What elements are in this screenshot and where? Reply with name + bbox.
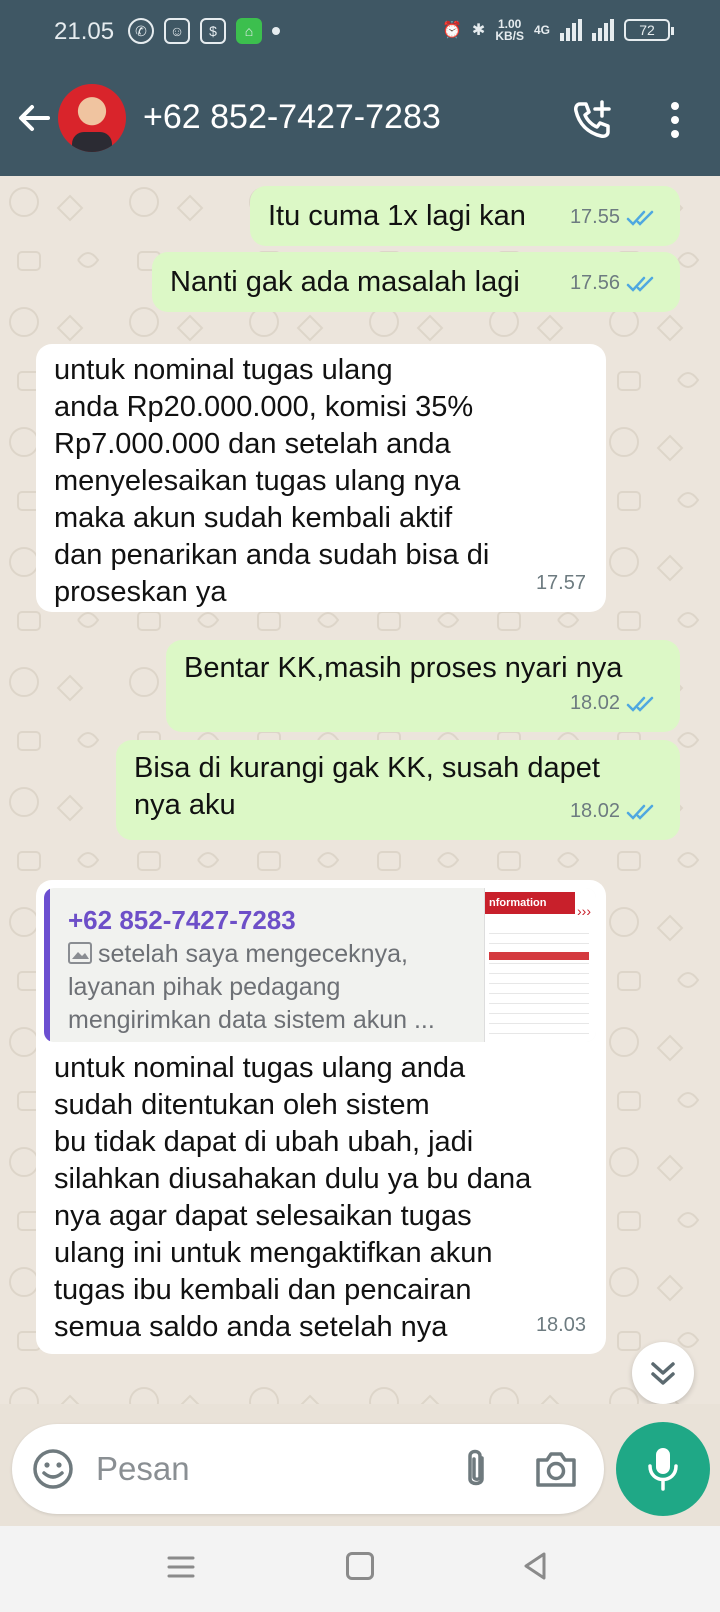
bluetooth-icon: ✱ [471, 22, 486, 39]
message-bubble-out[interactable]: Nanti gak ada masalah lagi 17.56 [152, 252, 680, 312]
emoji-icon[interactable] [32, 1448, 74, 1490]
message-time: 17.57 [535, 572, 586, 594]
quote-text: setelah saya mengeceknya, layanan pihak … [68, 940, 435, 1034]
double-chevron-down-icon [651, 1362, 675, 1385]
message-composer [12, 1424, 604, 1514]
message-time: 18.03 [535, 1314, 586, 1336]
home-icon[interactable] [346, 1552, 374, 1580]
battery-level: 72 [639, 22, 655, 38]
message-meta: 17.56 [570, 265, 660, 302]
message-time: 17.56 [569, 272, 620, 294]
paperclip-icon[interactable] [458, 1446, 494, 1492]
chat-area[interactable]: Itu cuma 1x lagi kan 17.55 Nanti gak ada… [0, 176, 720, 1404]
thumbnail-title: nformation [489, 897, 547, 909]
system-icons: ⏰ ✱ 1.00 KB/S 4G 72 [441, 18, 674, 42]
shopping-bag-icon: $ [200, 18, 226, 44]
read-ticks-icon [626, 276, 654, 292]
status-time: 21.05 [54, 18, 115, 45]
message-bubble-in[interactable]: +62 852-7427-7283 setelah saya mengecekn… [36, 880, 606, 1354]
scroll-to-bottom-button[interactable] [632, 1342, 694, 1404]
message-input[interactable] [96, 1444, 426, 1494]
message-meta: 17.55 [570, 199, 660, 236]
whatsapp-notification-icon: ✆ [128, 18, 154, 44]
quote-text-block: setelah saya mengeceknya, layanan pihak … [68, 938, 478, 1037]
network-type: 4G [533, 23, 550, 37]
android-app-icon: ⌂ [236, 18, 262, 44]
net-speed-unit: KB/S [495, 29, 524, 43]
quoted-message[interactable]: +62 852-7427-7283 setelah saya mengecekn… [44, 888, 596, 1042]
arrow-left-icon[interactable] [14, 98, 54, 138]
signal-icon [560, 19, 582, 41]
message-text: Bisa di kurangi gak KK, susah dapet nya … [134, 752, 600, 821]
more-notifications-dot [272, 27, 280, 35]
message-meta: 18.02 [570, 685, 660, 722]
message-bubble-out[interactable]: Bisa di kurangi gak KK, susah dapet nya … [116, 740, 680, 840]
thumbnail-red-row [489, 952, 589, 960]
message-bubble-out[interactable]: Bentar KK,masih proses nyari nya 18.02 [166, 640, 680, 732]
recents-icon[interactable] [166, 1552, 196, 1582]
net-speed: 1.00 KB/S [495, 18, 524, 42]
message-time: 18.02 [569, 800, 620, 822]
contact-name[interactable]: +62 852-7427-7283 [143, 98, 441, 137]
notification-icons: ✆ ☺ $ ⌂ [128, 18, 280, 44]
message-text: Itu cuma 1x lagi kan [268, 200, 526, 232]
image-icon [68, 942, 92, 964]
message-time: 17.55 [569, 206, 620, 228]
nav-back-icon[interactable] [520, 1550, 550, 1582]
status-bar: 21.05 ✆ ☺ $ ⌂ ⏰ ✱ 1.00 KB/S 4G 72 [0, 0, 720, 66]
message-meta: 18.02 [570, 793, 660, 830]
read-ticks-icon [626, 804, 654, 820]
message-bubble-in[interactable]: untuk nominal tugas ulang anda Rp20.000.… [36, 344, 606, 612]
thumbnail-header: nformation [485, 892, 575, 914]
read-ticks-icon [626, 210, 654, 226]
chat-header: +62 852-7427-7283 [0, 80, 720, 160]
signal-icon-2 [592, 19, 614, 41]
message-text: untuk nominal tugas ulang anda Rp20.000.… [54, 354, 490, 608]
message-meta: 17.57 [536, 565, 586, 602]
message-time: 18.02 [569, 692, 620, 714]
quote-thumbnail: nformation ››› [484, 888, 596, 1042]
microphone-icon [648, 1448, 678, 1491]
avatar[interactable] [58, 84, 126, 152]
read-ticks-icon [626, 696, 654, 712]
add-call-icon[interactable] [570, 98, 614, 142]
battery-icon: 72 [624, 19, 674, 41]
top-bar: 21.05 ✆ ☺ $ ⌂ ⏰ ✱ 1.00 KB/S 4G 72 +62 852… [0, 0, 720, 176]
app-notification-icon: ☺ [164, 18, 190, 44]
message-text: untuk nominal tugas ulang anda sudah dit… [54, 1052, 532, 1343]
thumbnail-lines [489, 924, 589, 1034]
message-text: Nanti gak ada masalah lagi [170, 266, 520, 298]
mic-button[interactable] [616, 1422, 710, 1516]
quote-accent-bar [44, 888, 50, 1042]
alarm-icon: ⏰ [441, 22, 462, 39]
quote-sender: +62 852-7427-7283 [68, 905, 296, 935]
message-text: Bentar KK,masih proses nyari nya [184, 652, 623, 684]
camera-icon[interactable] [534, 1448, 578, 1490]
message-bubble-out[interactable]: Itu cuma 1x lagi kan 17.55 [250, 186, 680, 246]
message-meta: 18.03 [536, 1307, 586, 1344]
vertical-dots-icon[interactable] [660, 98, 690, 142]
system-nav-bar [0, 1526, 720, 1612]
